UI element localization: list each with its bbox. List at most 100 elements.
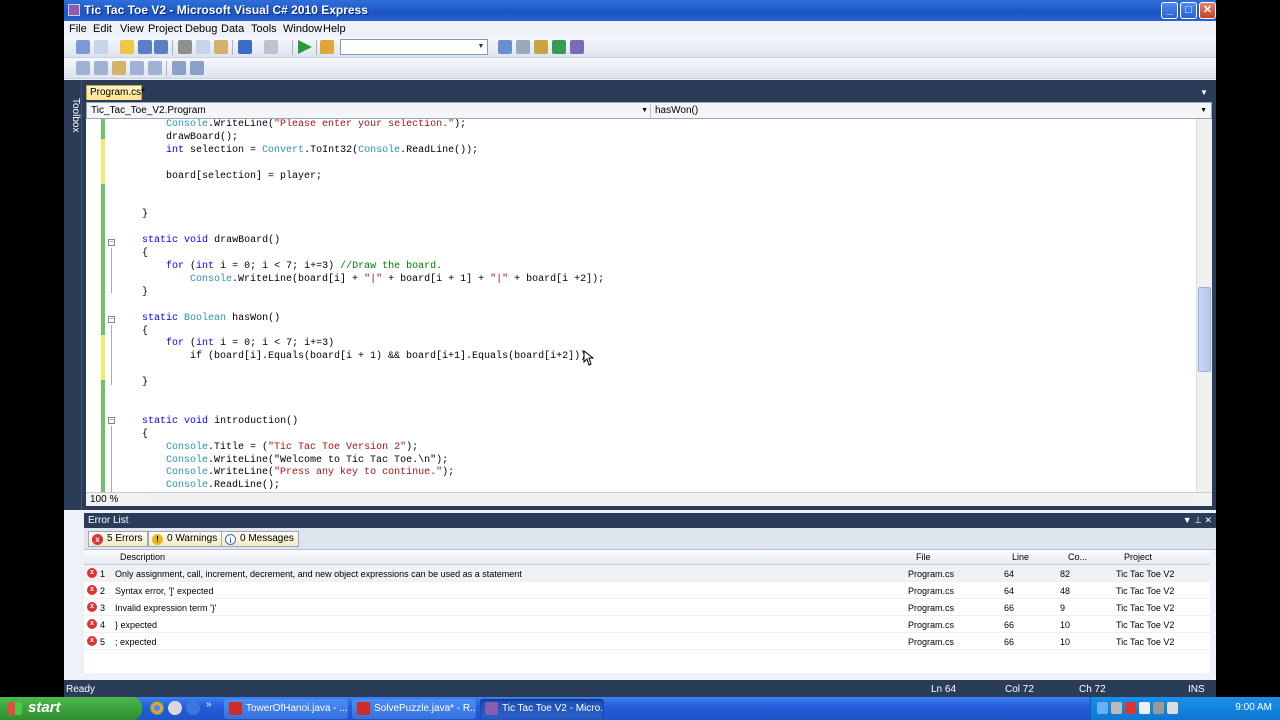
paste-icon[interactable] [214,40,228,54]
editor-horizontal-scrollbar[interactable] [148,494,1198,505]
code-line[interactable]: } [118,287,1178,300]
menu-edit[interactable]: Edit [93,23,112,35]
errors-filter-button[interactable]: x 5 Errors [88,531,148,547]
code-line[interactable] [118,364,1178,377]
tab-program-cs[interactable]: Program.cs* [86,85,145,100]
taskbar-item-solvepuzzle[interactable]: SolvePuzzle.java* - R... [352,699,476,719]
table-row[interactable]: x 5 ; expected Program.cs 66 10 Tic Tac … [84,633,1210,650]
open-file-icon[interactable] [120,40,134,54]
properties-icon[interactable] [516,40,530,54]
code-line[interactable] [118,390,1178,403]
code-line[interactable]: board[selection] = player; [118,171,1178,184]
column-header-line[interactable]: Line [1012,552,1029,562]
toolbox-sidebar[interactable] [64,80,82,510]
close-button[interactable]: ✕ [1199,2,1216,19]
messages-filter-button[interactable]: i 0 Messages [221,531,299,547]
add-item-icon[interactable] [94,40,108,54]
chrome-icon[interactable] [150,701,164,715]
scrollbar-thumb[interactable] [1198,287,1211,372]
zoom-level[interactable]: 100 % [90,494,118,505]
display-icon[interactable] [1167,702,1178,714]
cut-icon[interactable] [178,40,192,54]
taskbar-item-tic-tac-toe[interactable]: Tic Tac Toe V2 - Micro... [480,699,604,719]
code-line[interactable]: static void drawBoard() [118,235,1178,248]
table-row[interactable]: x 2 Syntax error, ']' expected Program.c… [84,582,1210,599]
printer-icon[interactable] [1153,702,1164,714]
solution-explorer-icon[interactable] [498,40,512,54]
code-line[interactable]: Console.WriteLine("Welcome to Tic Tac To… [118,455,1178,468]
save-icon[interactable] [138,40,152,54]
show-desktop-icon[interactable] [168,701,182,715]
column-header-project[interactable]: Project [1124,552,1152,562]
code-line[interactable]: { [118,326,1178,339]
decrease-indent-icon[interactable] [148,61,162,75]
find-combo[interactable]: ▼ [340,39,488,55]
menu-help[interactable]: Help [323,23,346,35]
code-line[interactable]: int selection = Convert.ToInt32(Console.… [118,145,1178,158]
code-line[interactable]: static void introduction() [118,416,1178,429]
code-line[interactable]: { [118,248,1178,261]
menu-file[interactable]: File [69,23,87,35]
code-line[interactable]: Console.WriteLine("Press any key to cont… [118,467,1178,480]
code-line[interactable]: { [118,429,1178,442]
comment-out-icon[interactable] [172,61,186,75]
quick-info-icon[interactable] [112,61,126,75]
code-editor[interactable]: − − − Console.WriteLine("Please enter yo… [86,119,1212,492]
code-line[interactable]: Console.ReadLine(); [118,480,1178,492]
code-line[interactable] [118,196,1178,209]
code-line[interactable] [118,158,1178,171]
code-line[interactable] [118,222,1178,235]
table-row[interactable]: x 3 Invalid expression term '}' Program.… [84,599,1210,616]
code-line[interactable]: Console.WriteLine("Please enter your sel… [118,119,1178,132]
start-debugging-icon[interactable] [298,40,312,54]
type-selector[interactable]: Tic_Tac_Toe_V2.Program ▼ [89,104,651,118]
minimize-button[interactable]: _ [1161,2,1178,19]
chevron-down-icon[interactable]: ▼ [641,104,648,117]
device-icon[interactable] [1111,702,1122,714]
code-line[interactable]: } [118,209,1178,222]
taskbar-clock[interactable]: 9:00 AM [1235,702,1272,713]
code-line[interactable] [118,300,1178,313]
chevron-down-icon[interactable]: ▼ [1200,104,1207,117]
start-page-icon[interactable] [570,40,584,54]
object-browser-icon[interactable] [534,40,548,54]
code-line[interactable]: } [118,377,1178,390]
find-in-files-icon[interactable] [320,40,334,54]
indicator-margin[interactable] [86,119,100,492]
undo-icon[interactable] [238,40,252,54]
code-line[interactable]: for (int i = 0; i < 7; i+=3) [118,338,1178,351]
uncomment-icon[interactable] [190,61,204,75]
menu-window[interactable]: Window [283,23,322,35]
taskbar-item-towerofhanoi[interactable]: TowerOfHanoi.java - ... [224,699,348,719]
code-line[interactable]: drawBoard(); [118,132,1178,145]
table-row[interactable]: x 1 Only assignment, call, increment, de… [84,565,1210,582]
copy-icon[interactable] [196,40,210,54]
code-line[interactable]: if (board[i].Equals(board[i + 1) && boar… [118,351,1178,364]
toolbox-icon[interactable] [552,40,566,54]
title-bar[interactable]: Tic Tac Toe V2 - Microsoft Visual C# 201… [64,0,1216,21]
new-project-icon[interactable] [76,40,90,54]
column-header-column[interactable]: Co... [1068,552,1087,562]
start-button[interactable]: start [0,697,142,720]
internet-explorer-icon[interactable] [186,701,200,715]
code-line[interactable]: for (int i = 0; i < 7; i+=3) //Draw the … [118,261,1178,274]
redo-icon[interactable] [264,40,278,54]
menu-data[interactable]: Data [221,23,244,35]
security-icon[interactable] [1125,702,1136,714]
menu-debug[interactable]: Debug [185,23,217,35]
code-line[interactable]: Console.Title = ("Tic Tac Toe Version 2"… [118,442,1178,455]
network-icon[interactable] [1097,702,1108,714]
code-line[interactable] [118,184,1178,197]
column-header-description[interactable]: Description [120,552,165,562]
parameter-info-icon[interactable] [94,61,108,75]
quick-launch-more-icon[interactable]: » [206,699,212,710]
column-header-file[interactable]: File [916,552,931,562]
menu-view[interactable]: View [120,23,144,35]
code-line[interactable]: Console.WriteLine(board[i] + "|" + board… [118,274,1178,287]
table-row[interactable]: x 4 } expected Program.cs 66 10 Tic Tac … [84,616,1210,633]
member-selector[interactable]: hasWon() ▼ [653,104,1209,118]
chevron-down-icon[interactable]: ▼ [475,40,487,54]
complete-word-icon[interactable] [130,61,144,75]
collapse-region-icon[interactable]: − [108,417,115,424]
menu-tools[interactable]: Tools [251,23,277,35]
